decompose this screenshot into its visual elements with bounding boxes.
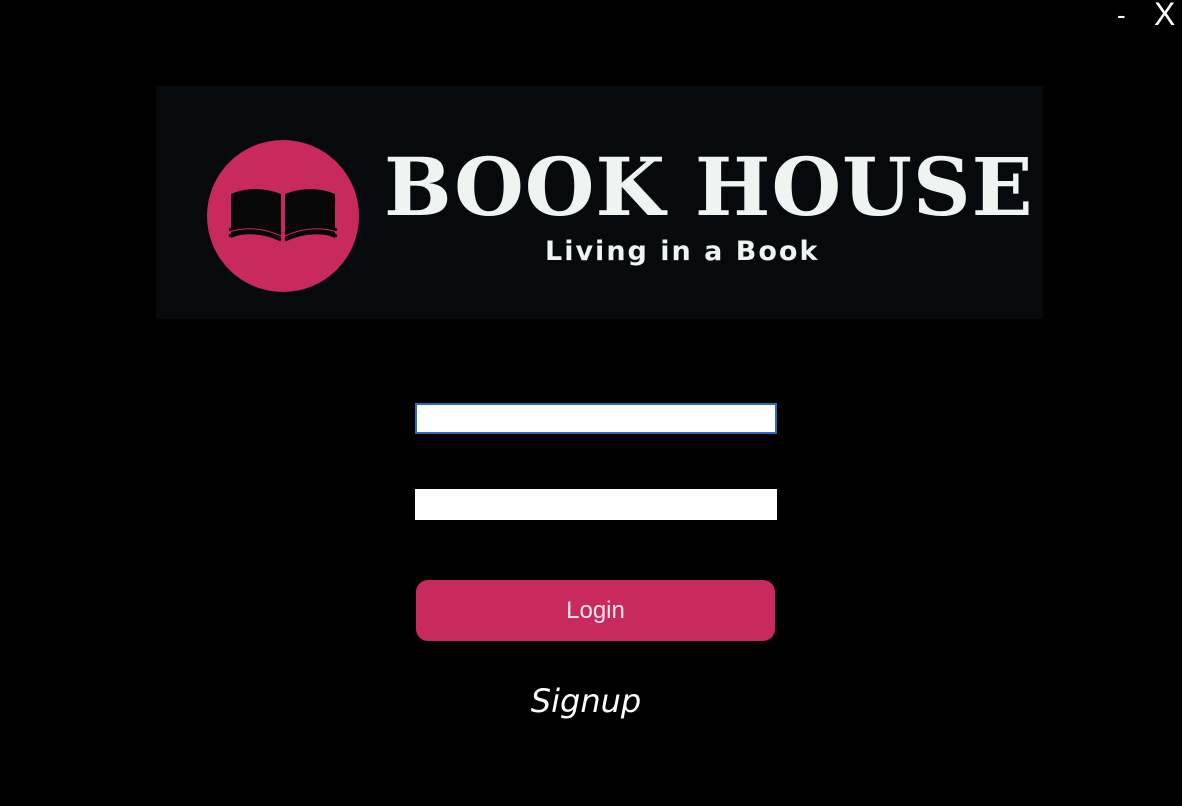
brand-tagline: Living in a Book: [545, 236, 820, 267]
logo: [207, 140, 359, 292]
signup-link[interactable]: Signup: [486, 682, 686, 720]
login-button[interactable]: Login: [416, 580, 775, 641]
open-book-icon: [228, 189, 338, 242]
login-window: - X BOOK HOUSE Living in a Book Login Si…: [0, 0, 1182, 806]
brand-title: BOOK HOUSE: [384, 140, 1034, 234]
close-button[interactable]: X: [1154, 0, 1175, 30]
password-field[interactable]: [415, 489, 777, 520]
minimize-button[interactable]: -: [1117, 2, 1126, 28]
brand-banner: BOOK HOUSE Living in a Book: [156, 86, 1043, 319]
username-field[interactable]: [415, 403, 777, 434]
